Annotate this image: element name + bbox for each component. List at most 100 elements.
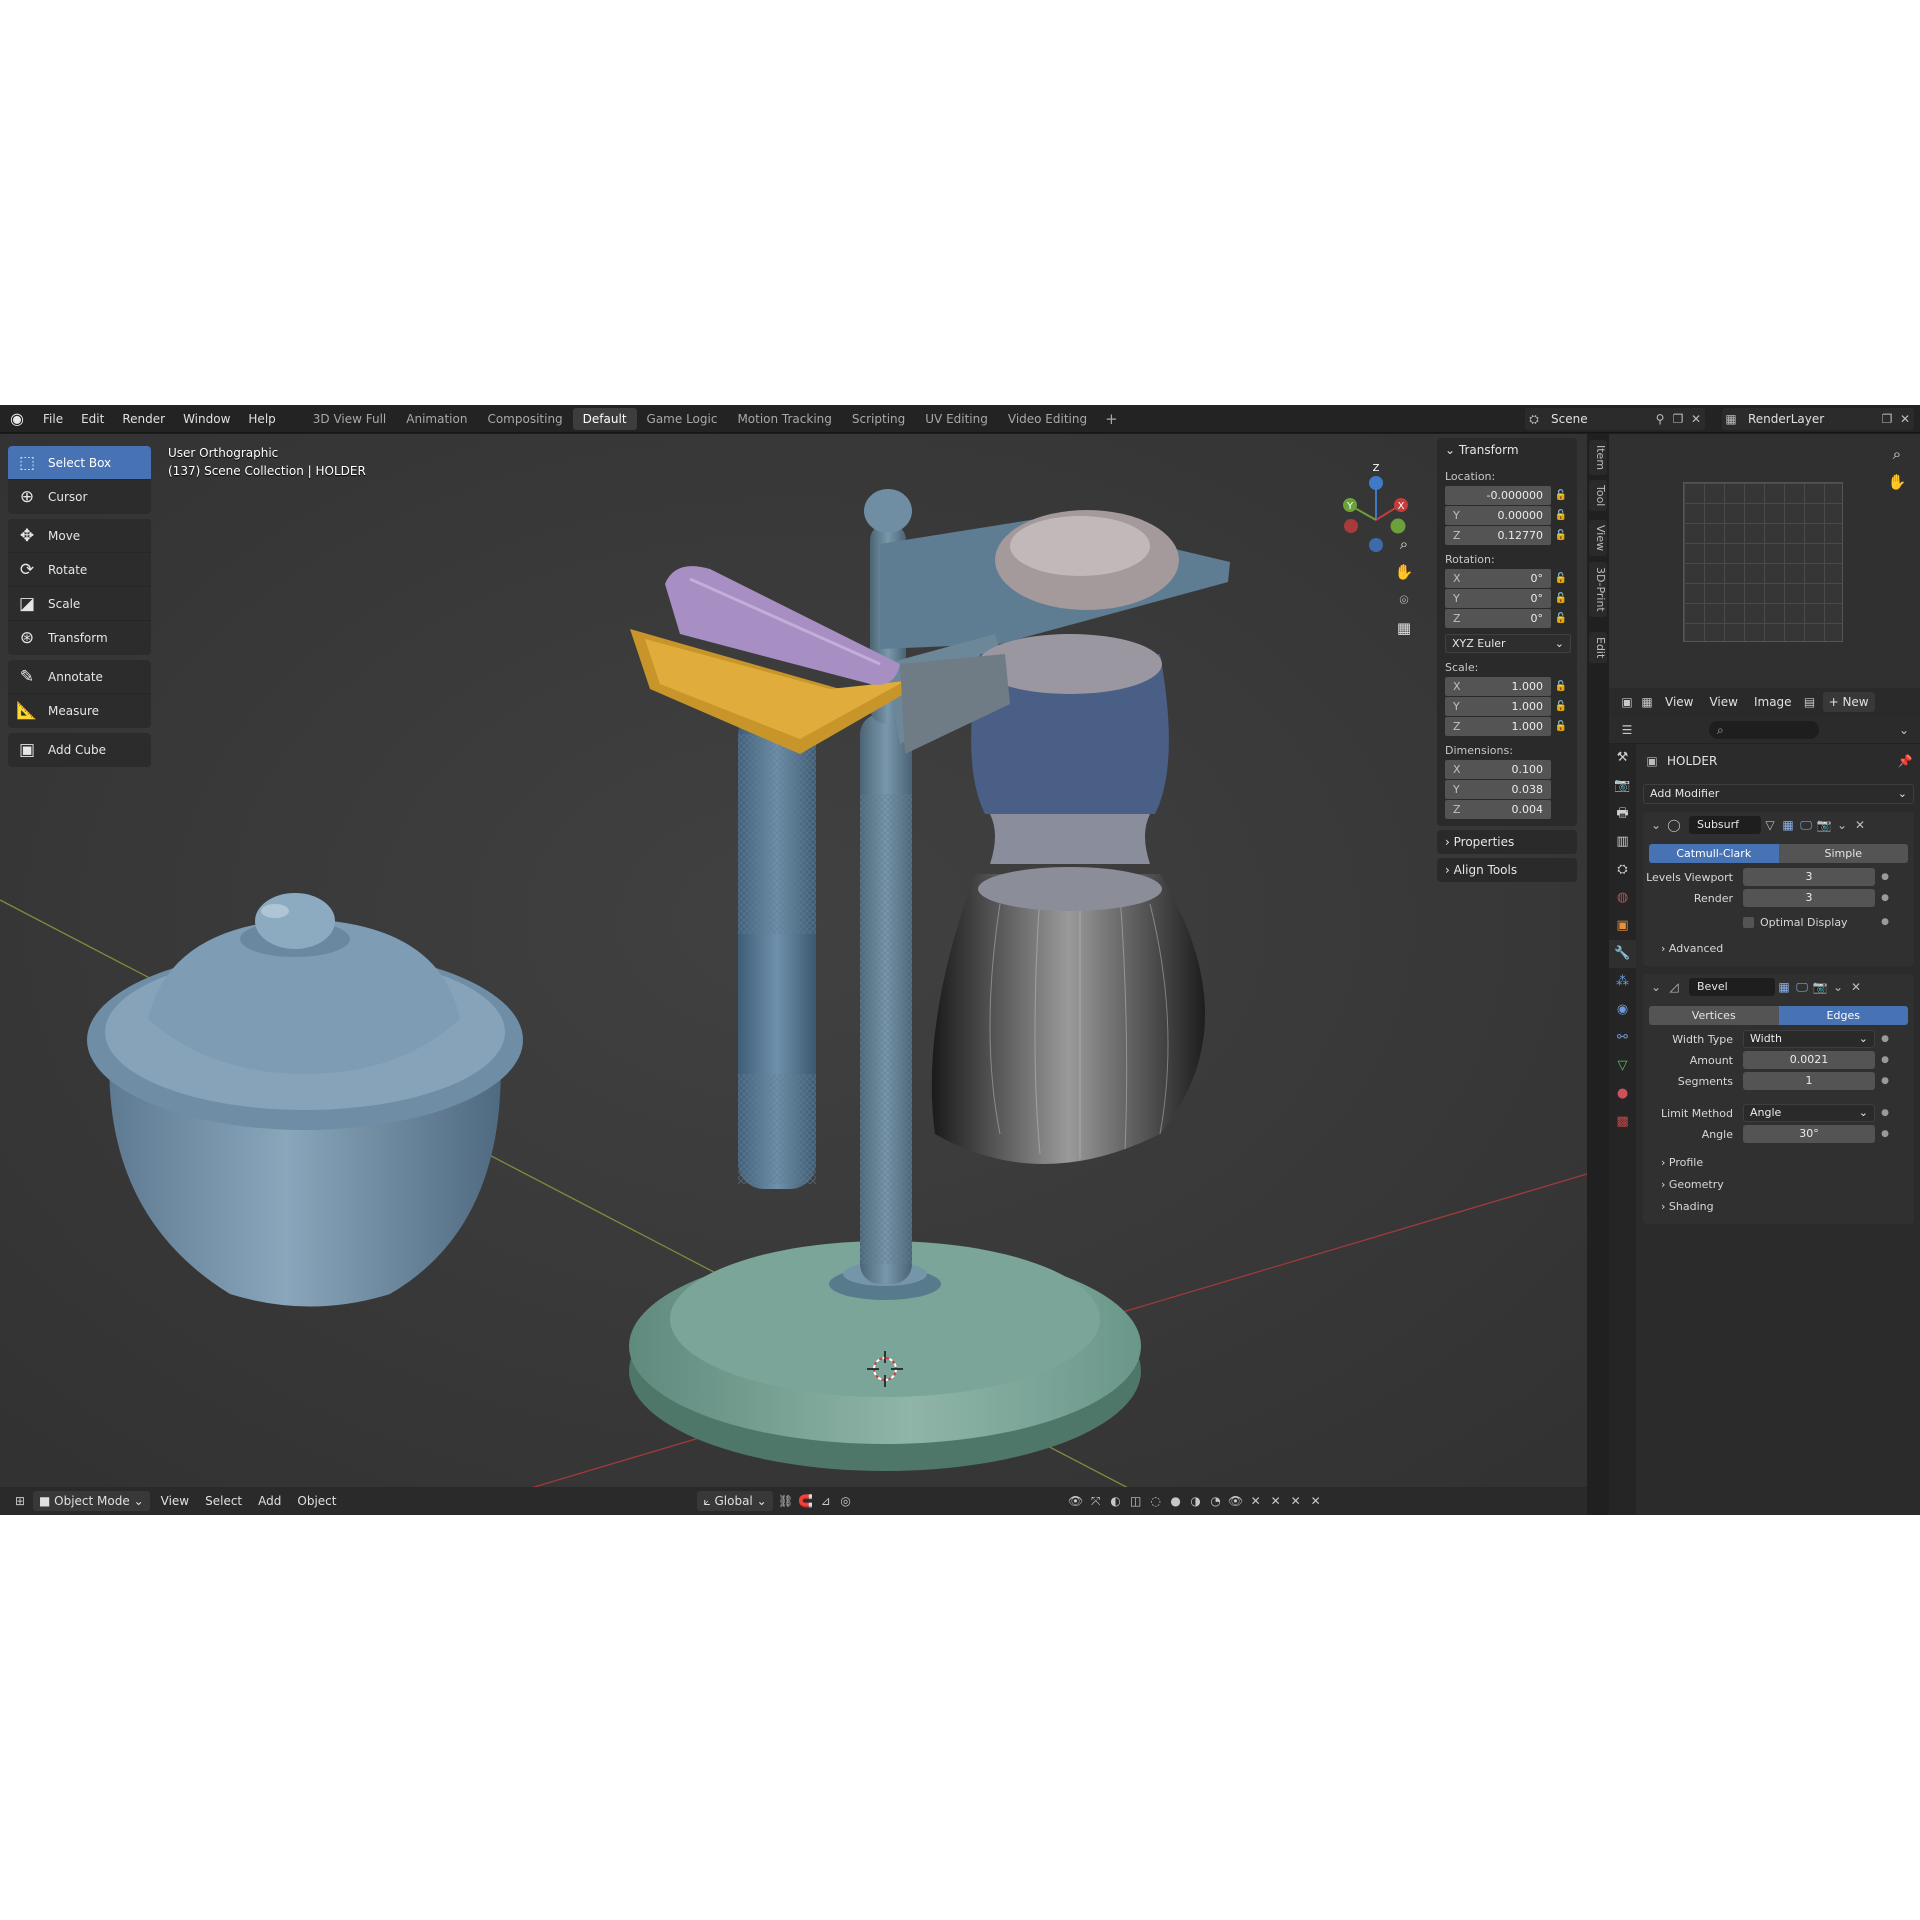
scene-name[interactable]: Scene: [1543, 412, 1596, 426]
grid-view-icon[interactable]: ▦: [1390, 614, 1418, 642]
keyframe-dot-icon[interactable]: ●: [1875, 1108, 1895, 1118]
simple-button[interactable]: Simple: [1778, 844, 1908, 863]
restrict-icon[interactable]: ✕: [1306, 1491, 1326, 1511]
object-tab-icon[interactable]: ▣: [1609, 912, 1636, 940]
close-icon[interactable]: ✕: [1896, 410, 1914, 428]
tool-cursor[interactable]: ⊕ Cursor: [8, 480, 151, 514]
image-mode-icon[interactable]: ▦: [1637, 692, 1657, 712]
eye-icon[interactable]: 👁: [1226, 1491, 1246, 1511]
keyframe-dot-icon[interactable]: ●: [1875, 1129, 1895, 1139]
restrict-icon[interactable]: ✕: [1246, 1491, 1266, 1511]
tool-measure[interactable]: 📐 Measure: [8, 694, 151, 728]
tab-compositing[interactable]: Compositing: [477, 408, 572, 430]
keyframe-dot-icon[interactable]: ●: [1875, 1055, 1895, 1065]
shading-subpanel[interactable]: › Shading: [1643, 1196, 1914, 1218]
keyframe-dot-icon[interactable]: ●: [1875, 872, 1895, 882]
copy-layer-icon[interactable]: ❐: [1878, 410, 1896, 428]
scale-x-field[interactable]: X 1.000: [1445, 677, 1551, 696]
material-tab-icon[interactable]: ●: [1609, 1080, 1636, 1108]
pin-icon[interactable]: ⚲: [1651, 410, 1669, 428]
keyframe-dot-icon[interactable]: ●: [1875, 917, 1895, 927]
visibility-icon[interactable]: 👁: [1066, 1491, 1086, 1511]
restrict-icon[interactable]: ✕: [1266, 1491, 1286, 1511]
snap-icon[interactable]: 🧲: [796, 1491, 816, 1511]
solid-shading-icon[interactable]: ●: [1166, 1491, 1186, 1511]
tool-annotate[interactable]: ✎ Annotate: [8, 660, 151, 694]
menu-object[interactable]: Object: [289, 1494, 344, 1508]
tab-uv-editing[interactable]: UV Editing: [915, 408, 998, 430]
align-tools-panel-header[interactable]: › Align Tools: [1437, 858, 1577, 882]
zoom-icon[interactable]: ⌕: [1883, 440, 1911, 468]
tool-add-cube[interactable]: ▣ Add Cube: [8, 733, 151, 767]
rendered-shading-icon[interactable]: ◔: [1206, 1491, 1226, 1511]
lock-icon[interactable]: 🔓: [1551, 593, 1571, 604]
menu-select[interactable]: Select: [197, 1494, 250, 1508]
camera-icon[interactable]: ⌾: [1390, 586, 1418, 614]
keyframe-dot-icon[interactable]: ●: [1875, 1076, 1895, 1086]
tab-motion-tracking[interactable]: Motion Tracking: [727, 408, 841, 430]
segments-field[interactable]: 1: [1743, 1072, 1875, 1090]
chevron-down-icon[interactable]: ⌄: [1829, 978, 1847, 996]
menu-view-2[interactable]: View: [1701, 695, 1745, 709]
rotation-y-field[interactable]: Y 0°: [1445, 589, 1551, 608]
editor-type-icon[interactable]: ☰: [1617, 720, 1637, 740]
tab-edit[interactable]: Edit: [1589, 632, 1607, 664]
keyframe-dot-icon[interactable]: ●: [1875, 893, 1895, 903]
lock-icon[interactable]: 🔓: [1551, 530, 1571, 541]
tab-item[interactable]: Item: [1589, 440, 1607, 476]
physics-tab-icon[interactable]: ◉: [1609, 996, 1636, 1024]
xray-icon[interactable]: ◫: [1126, 1491, 1146, 1511]
scale-y-field[interactable]: Y 1.000: [1445, 697, 1551, 716]
tool-tab-icon[interactable]: ⚒: [1609, 744, 1636, 772]
tab-game-logic[interactable]: Game Logic: [637, 408, 728, 430]
pivot-icon[interactable]: ⛓: [776, 1491, 796, 1511]
close-icon[interactable]: ✕: [1851, 816, 1869, 834]
tab-scripting[interactable]: Scripting: [842, 408, 915, 430]
render-layer-name[interactable]: RenderLayer: [1740, 412, 1832, 426]
tool-transform[interactable]: ⊛ Transform: [8, 621, 151, 655]
image-editor[interactable]: ⌕ ✋: [1609, 434, 1920, 693]
tool-move[interactable]: ✥ Move: [8, 519, 151, 553]
chevron-down-icon[interactable]: ⌄: [1894, 720, 1914, 740]
on-cage-icon[interactable]: ▽: [1761, 816, 1779, 834]
subsurf-name-field[interactable]: Subsurf: [1689, 816, 1761, 834]
view-layer-tab-icon[interactable]: ▥: [1609, 828, 1636, 856]
3d-viewport[interactable]: Z X Y User Orthographic (137) Scene Coll…: [0, 434, 1587, 1515]
location-x-field[interactable]: -0.000000: [1445, 486, 1551, 505]
wireframe-shading-icon[interactable]: ◌: [1146, 1491, 1166, 1511]
render-display-icon[interactable]: 📷: [1811, 978, 1829, 996]
lock-icon[interactable]: 🔓: [1551, 573, 1571, 584]
tab-3d-print[interactable]: 3D-Print: [1589, 562, 1607, 617]
profile-subpanel[interactable]: › Profile: [1643, 1152, 1914, 1174]
editor-type-icon[interactable]: ⊞: [10, 1491, 30, 1511]
restrict-icon[interactable]: ✕: [1286, 1491, 1306, 1511]
optimal-display-checkbox[interactable]: Optimal Display: [1743, 916, 1875, 929]
lock-icon[interactable]: 🔓: [1551, 613, 1571, 624]
world-tab-icon[interactable]: ◍: [1609, 884, 1636, 912]
pin-icon[interactable]: 📌: [1896, 752, 1914, 770]
tool-scale[interactable]: ◪ Scale: [8, 587, 151, 621]
lock-icon[interactable]: 🔓: [1551, 701, 1571, 712]
render-tab-icon[interactable]: 📷: [1609, 772, 1636, 800]
properties-panel-header[interactable]: › Properties: [1437, 830, 1577, 854]
catmull-clark-button[interactable]: Catmull-Clark: [1649, 844, 1779, 863]
menu-image[interactable]: Image: [1746, 695, 1800, 709]
pan-hand-icon[interactable]: ✋: [1883, 468, 1911, 496]
rotation-z-field[interactable]: Z 0°: [1445, 609, 1551, 628]
menu-add[interactable]: Add: [250, 1494, 289, 1508]
copy-scene-icon[interactable]: ❐: [1669, 410, 1687, 428]
tab-tool[interactable]: Tool: [1589, 480, 1607, 512]
menu-window[interactable]: Window: [174, 405, 239, 433]
gizmo-toggle-icon[interactable]: ⤧: [1086, 1491, 1106, 1511]
new-image-button[interactable]: + New: [1822, 692, 1875, 712]
scene-tab-icon[interactable]: ⛭: [1609, 856, 1636, 884]
blender-logo-icon[interactable]: ◉: [6, 408, 28, 430]
render-layer-selector[interactable]: ▦ RenderLayer ❐ ✕: [1722, 408, 1914, 430]
menu-view[interactable]: View: [1657, 695, 1701, 709]
scene-selector[interactable]: ⛭ Scene ⚲ ❐ ✕: [1525, 408, 1705, 430]
chevron-down-icon[interactable]: ⌄: [1833, 816, 1851, 834]
editor-type-icon[interactable]: ▣: [1617, 692, 1637, 712]
tool-rotate[interactable]: ⟳ Rotate: [8, 553, 151, 587]
angle-field[interactable]: 30°: [1743, 1125, 1875, 1143]
search-input[interactable]: ⌕: [1709, 721, 1819, 739]
